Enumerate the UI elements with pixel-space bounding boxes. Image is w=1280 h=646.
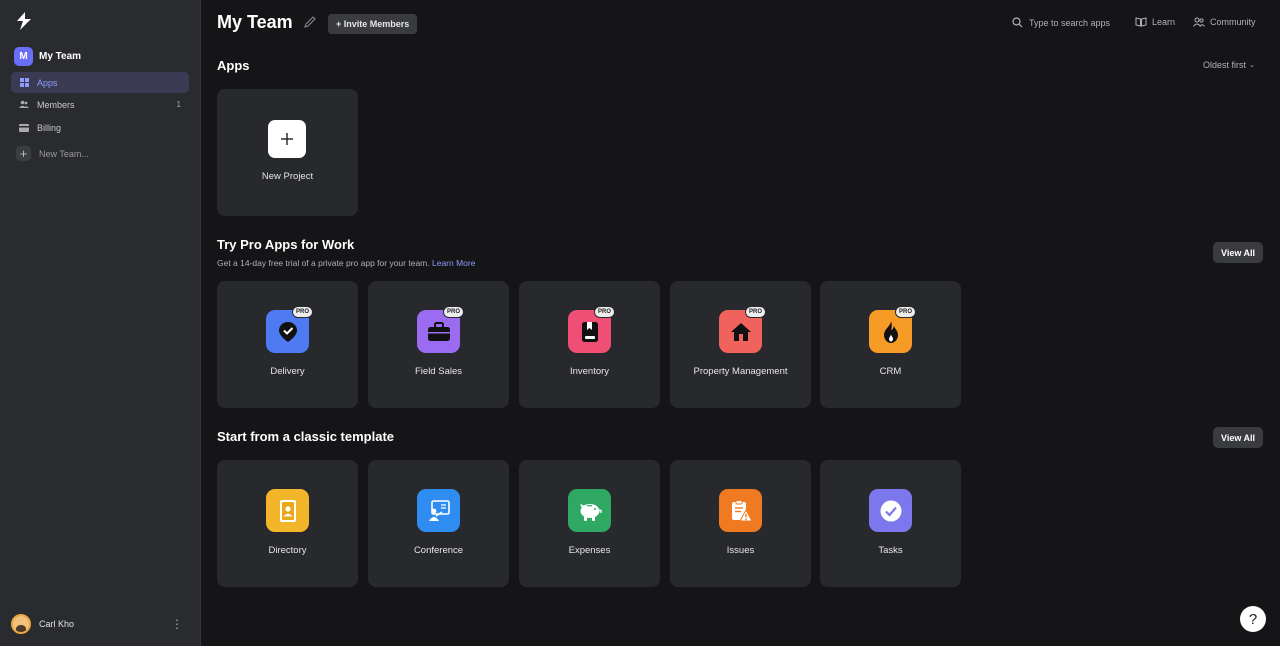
sidebar-item-billing[interactable]: Billing — [11, 117, 189, 138]
sidebar-item-apps[interactable]: Apps — [11, 72, 189, 93]
template-card-directory[interactable]: Directory — [217, 460, 358, 587]
learn-link[interactable]: Learn — [1135, 17, 1175, 27]
pro-section-subtitle: Get a 14-day free trial of a private pro… — [217, 258, 475, 268]
pro-section-title: Try Pro Apps for Work — [217, 237, 355, 252]
card-label: Issues — [726, 545, 755, 556]
help-button[interactable]: ? — [1240, 606, 1266, 632]
community-link[interactable]: Community — [1193, 17, 1256, 27]
pencil-icon[interactable] — [303, 15, 317, 29]
plus-icon — [268, 120, 306, 158]
card-label: Expenses — [568, 545, 611, 556]
sidebar-item-label: Apps — [37, 77, 58, 88]
people-icon — [19, 100, 29, 110]
card-label: Property Management — [693, 366, 788, 377]
new-team-label: New Team... — [39, 148, 89, 159]
pro-badge: PRO — [745, 306, 766, 318]
subtitle-text: Get a 14-day free trial of a private pro… — [217, 258, 430, 268]
pro-badge: PRO — [594, 306, 615, 318]
avatar — [11, 614, 31, 634]
members-count: 1 — [176, 100, 181, 109]
grid-icon — [19, 78, 29, 88]
piggy-bank-icon — [568, 489, 611, 532]
learn-more-link[interactable]: Learn More — [432, 258, 475, 268]
card-label: Directory — [268, 545, 307, 556]
card-label: Conference — [413, 545, 464, 556]
sort-dropdown[interactable]: Oldest first ⌄ — [1203, 60, 1255, 70]
people-icon — [1193, 17, 1205, 27]
sidebar-item-label: Members — [37, 99, 75, 110]
template-card-expenses[interactable]: Expenses — [519, 460, 660, 587]
pro-app-card-field-sales[interactable]: PRO Field Sales — [368, 281, 509, 408]
pro-badge: PRO — [895, 306, 916, 318]
learn-label: Learn — [1152, 17, 1176, 27]
apps-section-title: Apps — [217, 58, 250, 73]
team-name: My Team — [39, 51, 82, 62]
bolt-logo-icon[interactable] — [14, 11, 34, 31]
pro-app-card-crm[interactable]: PRO CRM — [820, 281, 961, 408]
team-switcher[interactable]: M My Team — [14, 47, 81, 66]
card-label: CRM — [879, 366, 902, 377]
plus-icon: + — [16, 146, 31, 161]
user-name: Carl Kho — [39, 619, 75, 629]
user-profile[interactable]: Carl Kho ⋮ — [11, 614, 189, 634]
card-label: Delivery — [270, 366, 305, 377]
card-label: Tasks — [878, 545, 903, 556]
template-card-issues[interactable]: Issues — [670, 460, 811, 587]
pro-app-card-delivery[interactable]: PRO Delivery — [217, 281, 358, 408]
page-title: My Team — [217, 12, 293, 32]
pro-app-card-inventory[interactable]: PRO Inventory — [519, 281, 660, 408]
clipboard-warning-icon — [719, 489, 762, 532]
invite-members-button[interactable]: + Invite Members — [328, 14, 418, 34]
sidebar: M My Team Apps Members 1 Billing + New T… — [0, 0, 201, 646]
pro-app-card-property-management[interactable]: PRO Property Management — [670, 281, 811, 408]
sidebar-item-members[interactable]: Members 1 — [11, 94, 189, 115]
card-label: New Project — [261, 171, 314, 182]
card-label: Inventory — [569, 366, 610, 377]
check-circle-icon — [869, 489, 912, 532]
sort-label: Oldest first — [1203, 60, 1247, 70]
community-label: Community — [1210, 17, 1256, 27]
new-team-button[interactable]: + New Team... — [16, 146, 89, 161]
card-icon — [19, 123, 29, 133]
templates-view-all-button[interactable]: View All — [1213, 427, 1263, 448]
search-placeholder: Type to search apps — [1029, 17, 1111, 28]
more-vertical-icon[interactable]: ⋮ — [171, 618, 183, 630]
pro-badge: PRO — [443, 306, 464, 318]
pro-badge: PRO — [292, 306, 313, 318]
search-icon — [1012, 17, 1023, 28]
template-card-conference[interactable]: Conference — [368, 460, 509, 587]
new-project-card[interactable]: New Project — [217, 89, 358, 216]
search-input[interactable]: Type to search apps — [1012, 17, 1110, 28]
pro-view-all-button[interactable]: View All — [1213, 242, 1263, 263]
contact-book-icon — [266, 489, 309, 532]
sidebar-item-label: Billing — [37, 122, 62, 133]
template-card-tasks[interactable]: Tasks — [820, 460, 961, 587]
team-avatar: M — [14, 47, 33, 66]
chevron-down-icon: ⌄ — [1249, 62, 1255, 69]
templates-section-title: Start from a classic template — [217, 429, 395, 444]
presenter-icon — [417, 489, 460, 532]
book-open-icon — [1135, 17, 1147, 27]
card-label: Field Sales — [415, 366, 462, 377]
